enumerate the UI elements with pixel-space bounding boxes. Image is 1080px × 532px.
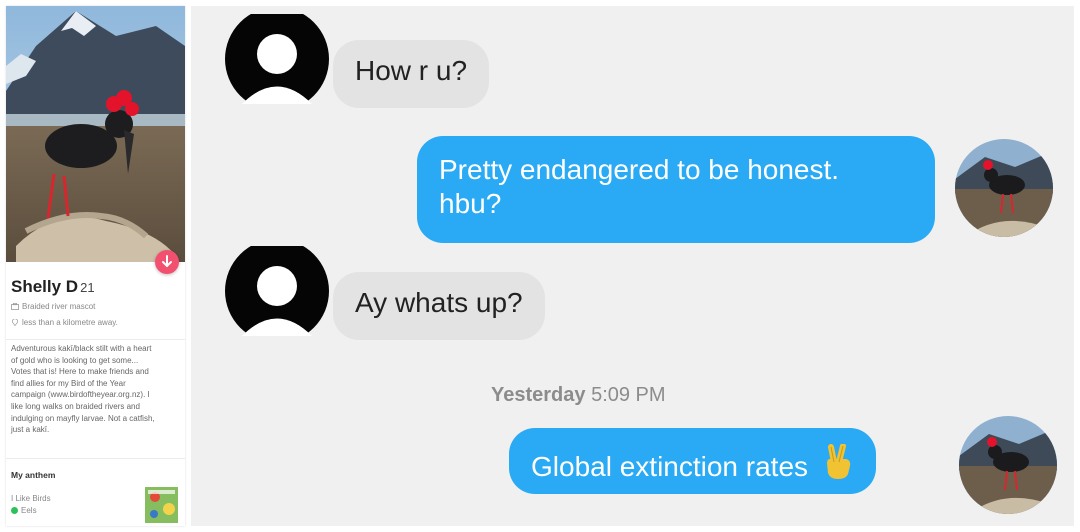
- profile-age: 21: [80, 280, 95, 295]
- message-text: Pretty endangered to be honest.: [439, 154, 840, 185]
- my-avatar[interactable]: [955, 139, 1053, 237]
- message-timestamp: Yesterday 5:09 PM: [491, 384, 666, 407]
- chat-thread[interactable]: How r u? Pretty endangered to be honest.…: [191, 6, 1074, 526]
- message-text: Global extinction rates: [531, 451, 809, 482]
- outgoing-message[interactable]: Pretty endangered to be honest. hbu?: [417, 136, 935, 243]
- bio-line: just a kakī.: [11, 425, 50, 435]
- victory-hand-emoji: [826, 444, 850, 479]
- profile-card: Shelly D 21 Braided river mascot less tha…: [6, 6, 185, 526]
- bio-line: Votes that is! Here to make friends and: [11, 367, 149, 377]
- bio-line: Adventurous kakī/black stilt with a hear…: [11, 344, 152, 353]
- divider: [6, 339, 185, 340]
- arrow-down-icon: [162, 255, 172, 268]
- profile-name: Shelly D 21: [11, 277, 95, 297]
- divider: [6, 458, 185, 459]
- anthem-artist-text: Eels: [21, 506, 37, 515]
- spotify-icon: [11, 507, 18, 514]
- bio-line: of gold who is looking to get some...: [11, 355, 139, 365]
- message-text: Ay whats up?: [355, 287, 523, 318]
- my-avatar[interactable]: [959, 416, 1057, 514]
- anthem-artist[interactable]: Eels: [11, 506, 37, 515]
- bio-line: find allies for my Bird of the Year: [11, 378, 126, 388]
- my-avatar-image: [955, 139, 1053, 237]
- profile-distance-text: less than a kilometre away.: [22, 318, 118, 327]
- message-text: hbu?: [439, 188, 502, 219]
- match-avatar-icon[interactable]: [224, 14, 330, 104]
- timestamp-time: 5:09 PM: [591, 384, 666, 406]
- anthem-heading: My anthem: [11, 470, 56, 480]
- location-pin-icon: [12, 319, 18, 326]
- incoming-message[interactable]: Ay whats up?: [333, 272, 545, 340]
- message-text: How r u?: [355, 55, 468, 86]
- briefcase-icon: [11, 303, 19, 310]
- profile-name-text: Shelly D: [11, 277, 79, 296]
- profile-job: Braided river mascot: [11, 302, 95, 311]
- timestamp-day: Yesterday: [491, 384, 586, 406]
- profile-photo: [6, 6, 185, 262]
- incoming-message[interactable]: How r u?: [333, 40, 490, 108]
- album-art[interactable]: [145, 487, 178, 523]
- profile-distance: less than a kilometre away.: [11, 318, 118, 327]
- outgoing-message[interactable]: Global extinction rates: [509, 428, 876, 494]
- match-avatar-icon[interactable]: [224, 246, 330, 336]
- bio-line: indulging on mayfly larvae. Not a catfis…: [11, 413, 155, 423]
- album-art-image: [145, 487, 178, 523]
- anthem-song-title[interactable]: I Like Birds: [11, 494, 51, 503]
- my-avatar-image: [959, 416, 1057, 514]
- bio-line: campaign (www.birdoftheyear.org.nz). I: [11, 390, 150, 400]
- collapse-profile-button[interactable]: [155, 250, 179, 274]
- profile-job-text: Braided river mascot: [22, 302, 96, 311]
- bio-line: like long walks on braided rivers and: [11, 401, 140, 411]
- profile-bio: Adventurous kakī/black stilt with a hear…: [11, 343, 179, 436]
